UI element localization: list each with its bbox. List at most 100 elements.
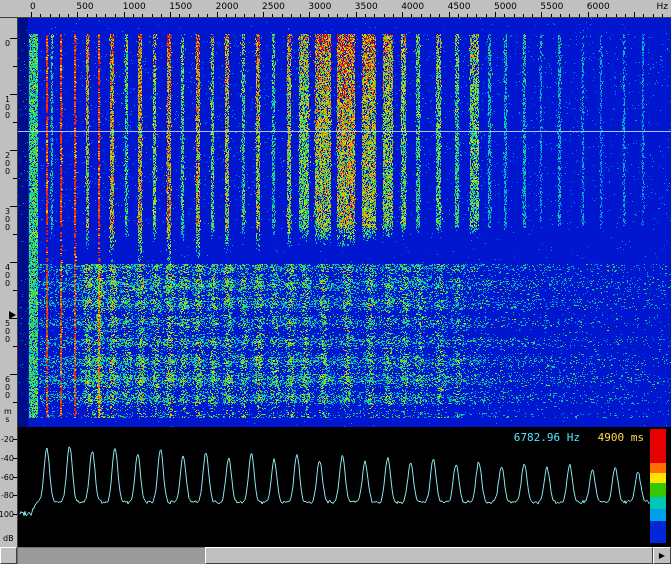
- frequency-tick: [291, 14, 292, 17]
- time-tick: [13, 290, 17, 291]
- frequency-tick: [430, 14, 431, 17]
- frequency-tick: [541, 12, 542, 17]
- frequency-tick: [514, 14, 515, 17]
- time-tick: [13, 346, 17, 347]
- db-tick: [13, 514, 17, 515]
- time-tick: [10, 262, 17, 263]
- frequency-label: 2500: [262, 2, 285, 12]
- legend-segment: [650, 521, 666, 543]
- time-tick: [13, 66, 17, 67]
- time-tick: [10, 318, 17, 319]
- h-scrollbar[interactable]: ▶: [0, 547, 671, 564]
- frequency-tick: [254, 14, 255, 17]
- frequency-tick: [142, 14, 143, 17]
- scrollbar-thumb[interactable]: [205, 547, 653, 564]
- frequency-tick: [68, 14, 69, 17]
- frequency-tick: [597, 14, 598, 17]
- frequency-tick: [87, 14, 88, 17]
- time-label: 500: [4, 320, 11, 344]
- legend-segment: [650, 429, 666, 463]
- spectrum-canvas[interactable]: [18, 427, 671, 547]
- db-unit-label: dB: [3, 534, 14, 543]
- frequency-tick: [421, 14, 422, 17]
- frequency-tick: [272, 14, 273, 17]
- legend-segment: [650, 473, 666, 483]
- frequency-label: 4000: [401, 2, 424, 12]
- frequency-tick: [263, 12, 264, 17]
- frequency-label: 2000: [216, 2, 239, 12]
- frequency-tick: [504, 14, 505, 17]
- frequency-label: 4500: [448, 2, 471, 12]
- time-ruler: 0100200300400500600ms: [0, 18, 18, 427]
- frequency-tick: [384, 14, 385, 17]
- frequency-tick: [337, 14, 338, 17]
- frequency-tick: [588, 12, 589, 17]
- spectrogram-canvas[interactable]: [18, 18, 671, 427]
- frequency-tick: [161, 14, 162, 17]
- frequency-tick: [105, 14, 106, 17]
- frequency-tick: [59, 14, 60, 17]
- frequency-tick: [625, 14, 626, 17]
- time-unit-label: ms: [4, 408, 11, 424]
- frequency-tick: [133, 14, 134, 17]
- frequency-tick: [476, 14, 477, 17]
- db-tick: [13, 458, 17, 459]
- frequency-tick: [244, 14, 245, 17]
- frequency-tick: [40, 14, 41, 17]
- frequency-tick: [319, 14, 320, 17]
- frequency-unit-label: Hz: [657, 2, 669, 12]
- frequency-tick: [458, 14, 459, 17]
- frequency-tick: [179, 14, 180, 17]
- scrollbar-track[interactable]: [17, 547, 653, 564]
- frequency-label: 3000: [308, 2, 331, 12]
- frequency-tick: [328, 14, 329, 17]
- frequency-tick: [77, 12, 78, 17]
- frequency-tick: [226, 14, 227, 17]
- frequency-tick: [616, 14, 617, 17]
- frequency-ruler: Hz 0500100015002000250030003500400045005…: [0, 0, 671, 18]
- legend-segment: [650, 497, 666, 509]
- frequency-label: 3500: [355, 2, 378, 12]
- frequency-tick: [449, 12, 450, 17]
- frequency-tick: [300, 14, 301, 17]
- frequency-label: 5500: [540, 2, 563, 12]
- frequency-tick: [551, 14, 552, 17]
- frequency-tick: [96, 14, 97, 17]
- frequency-tick: [532, 14, 533, 17]
- frequency-tick: [579, 14, 580, 17]
- scrollbar-right-button[interactable]: ▶: [653, 547, 671, 564]
- time-tick: [13, 122, 17, 123]
- time-label: 300: [4, 208, 11, 232]
- time-tick: [10, 38, 17, 39]
- time-tick: [13, 178, 17, 179]
- frequency-tick: [374, 14, 375, 17]
- frequency-tick: [217, 12, 218, 17]
- time-tick: [13, 402, 17, 403]
- time-tick: [10, 206, 17, 207]
- frequency-tick: [365, 14, 366, 17]
- frequency-tick: [439, 14, 440, 17]
- time-tick: [13, 234, 17, 235]
- frequency-tick: [569, 14, 570, 17]
- spectrogram-app-window: Hz 0500100015002000250030003500400045005…: [0, 0, 671, 564]
- frequency-tick: [347, 14, 348, 17]
- frequency-tick: [560, 14, 561, 17]
- frequency-label: 500: [76, 2, 93, 12]
- db-ruler: dB -20-40-60-80-100: [0, 427, 18, 547]
- db-tick: [13, 439, 17, 440]
- frequency-tick: [523, 14, 524, 17]
- frequency-tick: [662, 14, 663, 17]
- db-label: -100: [0, 510, 14, 519]
- time-tick: [10, 374, 17, 375]
- frequency-tick: [356, 12, 357, 17]
- frequency-label: 0: [30, 2, 36, 12]
- frequency-tick: [235, 14, 236, 17]
- db-tick: [13, 477, 17, 478]
- time-tick: [10, 150, 17, 151]
- legend-segment: [650, 483, 666, 497]
- frequency-label: 6000: [587, 2, 610, 12]
- frequency-tick: [152, 14, 153, 17]
- color-scale-legend: [650, 429, 666, 543]
- frequency-tick: [282, 14, 283, 17]
- frequency-tick: [606, 14, 607, 17]
